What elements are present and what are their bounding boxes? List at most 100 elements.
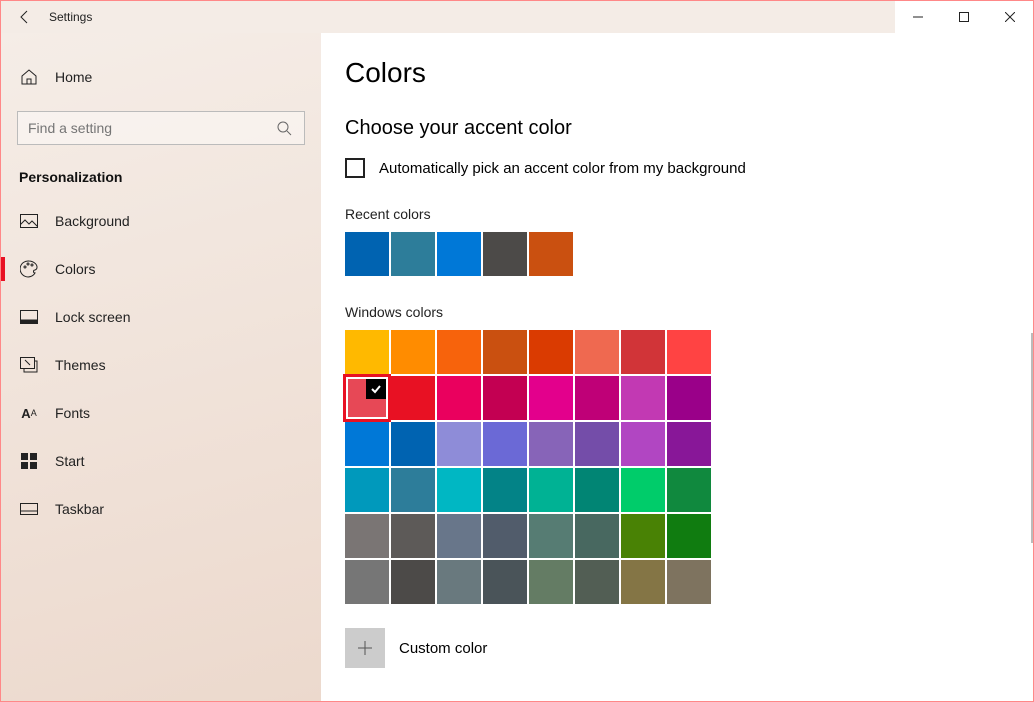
recent-color-swatch[interactable] xyxy=(345,232,389,276)
nav-label: Taskbar xyxy=(55,501,104,517)
color-swatch[interactable] xyxy=(483,560,527,604)
color-swatch[interactable] xyxy=(529,560,573,604)
color-swatch[interactable] xyxy=(345,376,389,420)
nav-colors[interactable]: Colors xyxy=(1,245,321,293)
color-swatch[interactable] xyxy=(529,376,573,420)
color-swatch[interactable] xyxy=(575,514,619,558)
nav-start[interactable]: Start xyxy=(1,437,321,485)
color-swatch[interactable] xyxy=(529,514,573,558)
color-swatch[interactable] xyxy=(437,514,481,558)
nav-taskbar[interactable]: Taskbar xyxy=(1,485,321,533)
nav-label: Lock screen xyxy=(55,309,130,325)
titlebar: Settings xyxy=(1,1,1033,33)
color-swatch[interactable] xyxy=(437,376,481,420)
content-pane: Colors Choose your accent color Automati… xyxy=(321,33,1033,701)
recent-color-swatch[interactable] xyxy=(391,232,435,276)
color-swatch[interactable] xyxy=(437,422,481,466)
color-swatch[interactable] xyxy=(667,330,711,374)
auto-pick-row[interactable]: Automatically pick an accent color from … xyxy=(345,158,1009,178)
custom-color-label: Custom color xyxy=(399,640,487,657)
settings-window: Settings Home Persona xyxy=(0,0,1034,702)
color-swatch[interactable] xyxy=(667,514,711,558)
color-swatch[interactable] xyxy=(667,468,711,512)
color-swatch[interactable] xyxy=(575,468,619,512)
home-link[interactable]: Home xyxy=(1,55,321,99)
recent-color-swatch[interactable] xyxy=(437,232,481,276)
custom-color-button[interactable] xyxy=(345,628,385,668)
color-swatch[interactable] xyxy=(437,560,481,604)
color-swatch[interactable] xyxy=(345,422,389,466)
color-swatch[interactable] xyxy=(345,514,389,558)
nav-lock-screen[interactable]: Lock screen xyxy=(1,293,321,341)
color-swatch[interactable] xyxy=(483,468,527,512)
back-button[interactable] xyxy=(1,1,49,33)
search-icon xyxy=(274,118,294,138)
color-swatch[interactable] xyxy=(575,560,619,604)
color-swatch[interactable] xyxy=(483,330,527,374)
auto-pick-checkbox[interactable] xyxy=(345,158,365,178)
color-swatch[interactable] xyxy=(345,468,389,512)
color-swatch[interactable] xyxy=(667,376,711,420)
search-input[interactable] xyxy=(28,120,268,136)
color-swatch[interactable] xyxy=(529,422,573,466)
picture-icon xyxy=(19,211,39,231)
color-swatch[interactable] xyxy=(345,330,389,374)
nav-label: Colors xyxy=(55,261,95,277)
color-swatch[interactable] xyxy=(483,376,527,420)
nav-themes[interactable]: Themes xyxy=(1,341,321,389)
recent-colors-row xyxy=(345,232,1009,276)
page-subheading: Choose your accent color xyxy=(345,117,1009,140)
home-icon xyxy=(19,67,39,87)
recent-color-swatch[interactable] xyxy=(483,232,527,276)
color-swatch[interactable] xyxy=(621,422,665,466)
color-swatch[interactable] xyxy=(529,330,573,374)
color-swatch[interactable] xyxy=(667,422,711,466)
minimize-button[interactable] xyxy=(895,1,941,33)
color-swatch[interactable] xyxy=(575,422,619,466)
section-header: Personalization xyxy=(1,145,321,197)
color-swatch[interactable] xyxy=(621,376,665,420)
nav-label: Background xyxy=(55,213,130,229)
color-swatch[interactable] xyxy=(391,514,435,558)
color-swatch[interactable] xyxy=(345,560,389,604)
color-swatch[interactable] xyxy=(621,468,665,512)
sidebar: Home Personalization Background Color xyxy=(1,33,321,701)
recent-color-swatch[interactable] xyxy=(529,232,573,276)
scrollbar[interactable] xyxy=(1031,333,1033,543)
color-swatch[interactable] xyxy=(529,468,573,512)
search-box[interactable] xyxy=(17,111,305,145)
color-swatch[interactable] xyxy=(575,376,619,420)
color-swatch[interactable] xyxy=(391,468,435,512)
color-swatch[interactable] xyxy=(483,514,527,558)
lock-screen-icon xyxy=(19,307,39,327)
color-swatch[interactable] xyxy=(391,376,435,420)
color-swatch[interactable] xyxy=(621,514,665,558)
taskbar-icon xyxy=(19,499,39,519)
nav-fonts[interactable]: AA Fonts xyxy=(1,389,321,437)
maximize-button[interactable] xyxy=(941,1,987,33)
color-swatch[interactable] xyxy=(391,560,435,604)
nav-background[interactable]: Background xyxy=(1,197,321,245)
fonts-icon: AA xyxy=(19,403,39,423)
home-label: Home xyxy=(55,69,92,85)
start-icon xyxy=(19,451,39,471)
color-swatch[interactable] xyxy=(391,422,435,466)
color-swatch[interactable] xyxy=(621,560,665,604)
nav-label: Themes xyxy=(55,357,106,373)
close-button[interactable] xyxy=(987,1,1033,33)
page-heading: Colors xyxy=(345,57,1009,89)
color-swatch[interactable] xyxy=(621,330,665,374)
nav-label: Start xyxy=(55,453,85,469)
auto-pick-label: Automatically pick an accent color from … xyxy=(379,160,746,177)
color-swatch[interactable] xyxy=(667,560,711,604)
nav-label: Fonts xyxy=(55,405,90,421)
color-swatch[interactable] xyxy=(575,330,619,374)
color-swatch[interactable] xyxy=(483,422,527,466)
color-swatch[interactable] xyxy=(437,330,481,374)
color-swatch[interactable] xyxy=(437,468,481,512)
color-swatch[interactable] xyxy=(391,330,435,374)
window-title: Settings xyxy=(49,10,92,24)
recent-colors-label: Recent colors xyxy=(345,206,1009,222)
custom-color-row[interactable]: Custom color xyxy=(345,628,1009,668)
palette-icon xyxy=(19,259,39,279)
